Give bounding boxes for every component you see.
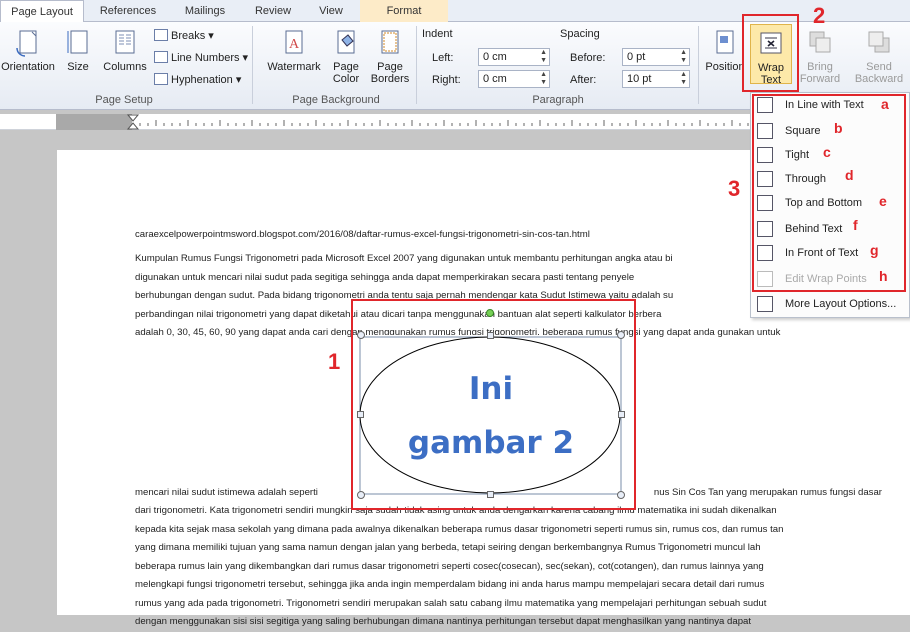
horizontal-ruler[interactable] xyxy=(0,114,760,130)
page-background-group-label: Page Background xyxy=(292,94,380,106)
size-label: Size xyxy=(67,61,89,73)
text-line: beberapa rumus lain yang dikembangkan da… xyxy=(135,560,764,572)
columns-icon xyxy=(111,28,139,58)
text-line: nus Sin Cos Tan yang merupakan rumus fun… xyxy=(653,487,882,498)
page-borders-label-1: Page xyxy=(377,61,403,73)
indent-left-value: 0 cm xyxy=(483,51,507,63)
send-backward-button[interactable]: Send Backward xyxy=(848,24,910,85)
position-icon xyxy=(711,28,739,58)
breaks-label: Breaks xyxy=(171,30,206,42)
hyphenation-label: Hyphenation xyxy=(171,74,233,86)
line-numbers-icon xyxy=(154,51,168,63)
breaks-button[interactable]: Breaks ▾ xyxy=(154,28,214,44)
tab-view[interactable]: View xyxy=(306,0,356,22)
paint-bucket-icon xyxy=(332,28,360,58)
tab-references[interactable]: References xyxy=(88,0,168,22)
tab-format[interactable]: Format xyxy=(360,0,448,22)
highlight-box-wrap-text xyxy=(742,14,799,92)
indent-right-field[interactable]: 0 cm ▲ ▼ xyxy=(478,70,550,88)
orientation-button[interactable]: Orientation xyxy=(0,24,56,73)
page-color-label-1: Page xyxy=(333,61,359,73)
spacing-before-label: Before: xyxy=(570,52,606,64)
breaks-icon xyxy=(154,29,168,41)
menu-item-more-layout-options[interactable]: More Layout Options... xyxy=(751,292,909,316)
paragraph-2: dari trigonometri. Kata trigonometri sen… xyxy=(135,502,881,632)
spin-arrows-icon[interactable]: ▲ ▼ xyxy=(540,71,547,87)
page-borders-icon xyxy=(376,28,404,58)
indent-left-label: Left: xyxy=(432,52,454,64)
size-button[interactable]: Size xyxy=(60,24,96,73)
bring-forward-icon xyxy=(806,28,834,58)
ruler-ticks xyxy=(126,114,749,130)
text-line: dengan menggunakan sisi sisi segitiga ya… xyxy=(135,616,752,627)
spin-arrows-icon[interactable]: ▲ ▼ xyxy=(680,49,687,65)
annotation-number-3: 3 xyxy=(728,176,741,201)
send-backward-label-1: Send xyxy=(866,61,892,73)
columns-label: Columns xyxy=(103,61,147,73)
indent-right-value: 0 cm xyxy=(483,73,507,85)
text-line: melengkapi fungsi trigonometri tersebut,… xyxy=(135,579,765,590)
group-divider xyxy=(416,26,417,104)
page-setup-group-label: Page Setup xyxy=(95,94,153,106)
spacing-after-value: 10 pt xyxy=(627,73,652,85)
orientation-icon xyxy=(14,28,42,58)
hyphenation-icon xyxy=(154,73,168,85)
layout-options-icon xyxy=(757,296,773,312)
highlight-box-shape xyxy=(351,299,636,510)
page-size-icon xyxy=(64,28,92,58)
group-divider xyxy=(252,26,253,104)
tab-review[interactable]: Review xyxy=(244,0,302,22)
line-numbers-label: Line Numbers xyxy=(171,52,240,64)
highlight-box-menu xyxy=(752,94,906,292)
tab-mailings[interactable]: Mailings xyxy=(172,0,238,22)
spacing-before-value: 0 pt xyxy=(627,51,646,63)
text-line: yang dimana memiliki tujuan yang sama na… xyxy=(135,542,761,553)
page-color-label-2: Color xyxy=(332,73,360,85)
page-borders-label-2: Borders xyxy=(370,73,410,85)
spin-arrows-icon[interactable]: ▲ ▼ xyxy=(680,71,687,87)
menu-item-label: More Layout Options... xyxy=(785,298,897,310)
indent-right-label: Right: xyxy=(432,74,461,86)
columns-button[interactable]: Columns xyxy=(100,24,150,73)
annotation-number-2: 2 xyxy=(813,3,826,28)
svg-text:A: A xyxy=(289,37,300,52)
page-borders-button[interactable]: Page Borders xyxy=(368,24,412,85)
watermark-icon: A xyxy=(280,28,308,58)
spin-arrows-icon[interactable]: ▲ ▼ xyxy=(540,49,547,65)
bring-forward-label-2: Forward xyxy=(799,73,841,85)
text-line: mencari nilai sudut istimewa adalah sepe… xyxy=(135,487,318,498)
text-line: rumus yang ada pada trigonometri. Trigon… xyxy=(135,597,767,609)
spacing-before-field[interactable]: 0 pt ▲ ▼ xyxy=(622,48,690,66)
line-numbers-button[interactable]: Line Numbers ▾ xyxy=(154,50,248,66)
bring-forward-button[interactable]: Bring Forward xyxy=(794,24,846,85)
indent-left-field[interactable]: 0 cm ▲ ▼ xyxy=(478,48,550,66)
annotation-number-1: 1 xyxy=(328,349,341,374)
group-divider xyxy=(698,26,699,104)
spacing-after-field[interactable]: 10 pt ▲ ▼ xyxy=(622,70,690,88)
watermark-label: Watermark xyxy=(267,61,321,73)
watermark-button[interactable]: A Watermark xyxy=(262,24,326,73)
paragraph-group-label: Paragraph xyxy=(532,94,584,106)
hyphenation-button[interactable]: Hyphenation ▾ xyxy=(154,72,241,88)
bring-forward-label-1: Bring xyxy=(807,61,833,73)
tab-page-layout[interactable]: Page Layout xyxy=(0,0,84,23)
send-backward-label-2: Backward xyxy=(854,73,904,85)
orientation-label: Orientation xyxy=(1,61,55,73)
send-backward-icon xyxy=(865,28,893,58)
spacing-heading: Spacing xyxy=(560,28,600,40)
indent-heading: Indent xyxy=(422,28,453,40)
page-color-button[interactable]: Page Color xyxy=(328,24,364,85)
text-line: kepada kita sejak masa sekolah yang dima… xyxy=(135,523,784,535)
spacing-after-label: After: xyxy=(570,74,597,86)
